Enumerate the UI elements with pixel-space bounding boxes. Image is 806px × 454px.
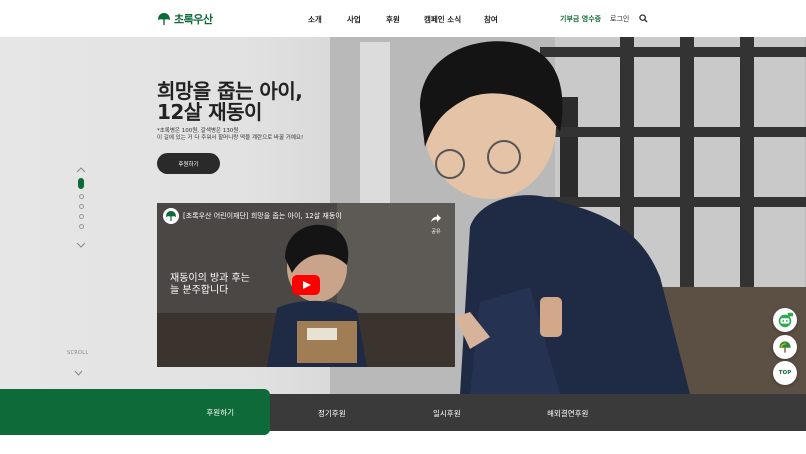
tab-donate-active[interactable]: 후원하기: [0, 389, 270, 435]
nav-item-participate[interactable]: 참여: [484, 14, 498, 25]
hero-banner: 희망을 줍는 아이, 12살 재동이 *초록병은 100원, 갈색병은 130원…: [0, 37, 806, 394]
logo[interactable]: 초록우산: [157, 11, 213, 27]
search-icon[interactable]: [639, 14, 648, 23]
logo-text: 초록우산: [174, 13, 213, 26]
pager-dot[interactable]: [78, 224, 84, 229]
hero-title-line2: 12살 재동이: [157, 100, 262, 124]
share-icon: [431, 214, 441, 223]
umbrella-tree-icon: [166, 211, 176, 221]
login-link[interactable]: 로그인: [610, 14, 629, 24]
chevron-up-icon[interactable]: [76, 167, 86, 173]
scroll-down-icon[interactable]: [74, 370, 83, 376]
scroll-top-button[interactable]: TOP: [773, 361, 797, 385]
video-player[interactable]: [초록우산 어린이재단] 희망을 줍는 아이, 12살 재동이 공유 재동이의 …: [157, 203, 455, 367]
tab-overseas-sponsorship[interactable]: 해외결연후원: [547, 408, 588, 419]
play-icon: [303, 281, 311, 289]
video-caption: 재동이의 방과 후는 늘 분주합니다: [170, 273, 250, 297]
chatbot-icon: [778, 312, 794, 328]
hero-description: *초록병은 100원, 갈색병은 130원. 이 길에 있는 거 다 주워서 할…: [157, 128, 303, 142]
umbrella-tree-icon: [158, 13, 170, 25]
slide-pager: [78, 178, 84, 229]
share-label: 공유: [431, 229, 441, 235]
video-caption-line1: 재동이의 방과 후는: [170, 273, 250, 284]
chatbot-button[interactable]: [773, 308, 797, 332]
scroll-label: SCROLL: [67, 350, 89, 356]
video-caption-line2: 늘 분주합니다: [170, 285, 229, 296]
hero-title: 희망을 줍는 아이, 12살 재동이: [157, 79, 303, 124]
nav-item-about[interactable]: 소개: [308, 14, 322, 25]
site-header: 초록우산 소개 사업 후원 캠페인 소식 참여 기부금 영수증 로그인: [0, 0, 806, 37]
tree-button[interactable]: [773, 335, 797, 359]
hero-donate-button[interactable]: 후원하기: [157, 153, 220, 174]
share-button[interactable]: 공유: [427, 208, 445, 235]
nav-item-campaign[interactable]: 캠페인 소식: [424, 14, 461, 25]
hero-title-line1: 희망을 줍는 아이,: [157, 79, 303, 103]
nav-item-business[interactable]: 사업: [347, 14, 361, 25]
tree-icon: [779, 341, 791, 353]
hero-desc-line2: 이 길에 있는 거 다 주워서 할머니랑 떡을 계란으로 바꿀 거예요!: [157, 135, 304, 141]
pager-dot[interactable]: [78, 214, 84, 219]
hero-desc-line1: *초록병은 100원, 갈색병은 130원.: [157, 128, 241, 134]
chevron-down-icon[interactable]: [76, 242, 86, 248]
play-button[interactable]: [292, 275, 320, 295]
pager-dot[interactable]: [78, 194, 84, 199]
tab-regular-donation[interactable]: 정기후원: [318, 408, 346, 419]
receipt-link[interactable]: 기부금 영수증: [560, 14, 601, 24]
tab-one-time-donation[interactable]: 일시후원: [433, 408, 461, 419]
pager-dot-active[interactable]: [78, 178, 84, 189]
channel-avatar[interactable]: [163, 208, 179, 224]
pager-dot[interactable]: [78, 204, 84, 209]
nav-item-donate[interactable]: 후원: [386, 14, 400, 25]
video-title[interactable]: [초록우산 어린이재단] 희망을 줍는 아이, 12살 재동이: [183, 211, 342, 221]
